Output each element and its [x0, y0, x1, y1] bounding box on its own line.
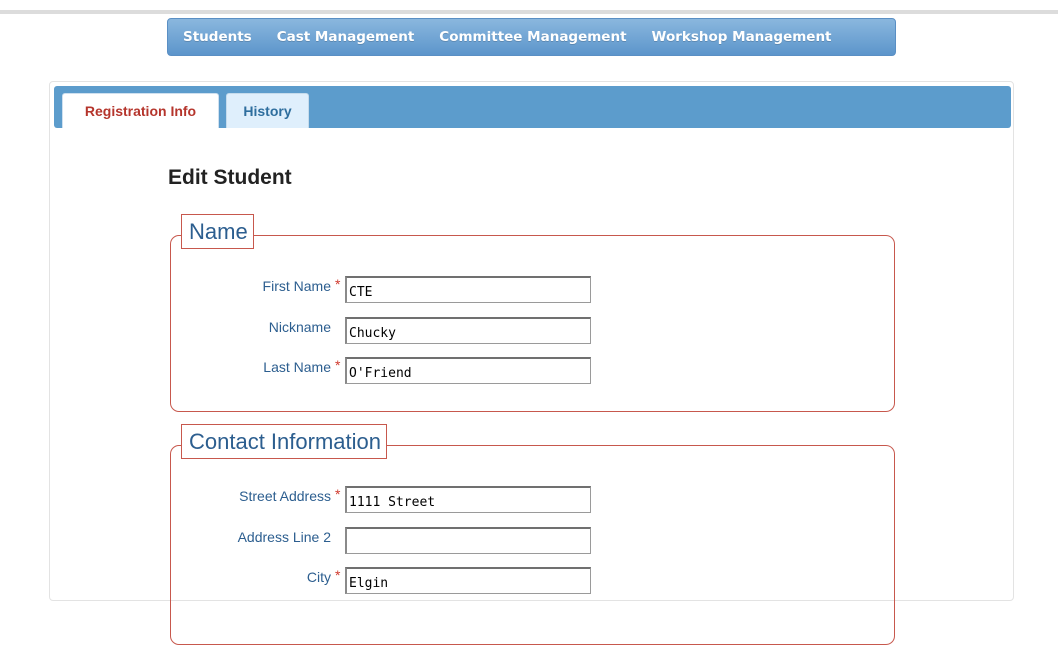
nav-workshop-management[interactable]: Workshop Management — [652, 29, 832, 45]
street-address-label: Street Address — [239, 488, 331, 504]
street-address-row: Street Address * — [171, 485, 894, 513]
first-name-input[interactable] — [345, 276, 591, 303]
city-required-marker: * — [335, 567, 341, 583]
nav-students[interactable]: Students — [183, 29, 252, 45]
city-label: City — [306, 569, 331, 585]
contact-fieldset: Contact Information Street Address * Add… — [170, 424, 895, 645]
tab-registration-info[interactable]: Registration Info — [62, 93, 219, 128]
name-fieldset: Name First Name * Nickname Last Name * — [170, 214, 895, 412]
last-name-required-marker: * — [335, 357, 341, 373]
name-legend: Name — [181, 214, 254, 249]
address-line-2-row: Address Line 2 — [171, 526, 894, 554]
nickname-label: Nickname — [268, 319, 331, 335]
page-title: Edit Student — [168, 166, 292, 189]
last-name-row: Last Name * — [171, 356, 894, 384]
nav-committee-management[interactable]: Committee Management — [439, 29, 626, 45]
top-divider — [0, 10, 1058, 14]
tab-history[interactable]: History — [226, 93, 309, 128]
street-address-input[interactable] — [345, 486, 591, 513]
content-panel: Registration Info History Edit Student N… — [49, 81, 1014, 645]
address-line-2-input[interactable] — [345, 527, 591, 554]
last-name-label: Last Name — [263, 359, 331, 375]
tab-bar: Registration Info History — [54, 86, 1011, 128]
last-name-input[interactable] — [345, 357, 591, 384]
first-name-label: First Name — [262, 278, 331, 294]
first-name-required-marker: * — [335, 276, 341, 292]
main-nav: Students Cast Management Committee Manag… — [167, 18, 896, 56]
nickname-row: Nickname — [171, 316, 894, 344]
first-name-row: First Name * — [171, 275, 894, 303]
nav-cast-management[interactable]: Cast Management — [277, 29, 415, 45]
contact-legend: Contact Information — [181, 424, 387, 459]
nickname-input[interactable] — [345, 317, 591, 344]
address-line-2-label: Address Line 2 — [237, 529, 331, 545]
street-address-required-marker: * — [335, 486, 341, 502]
